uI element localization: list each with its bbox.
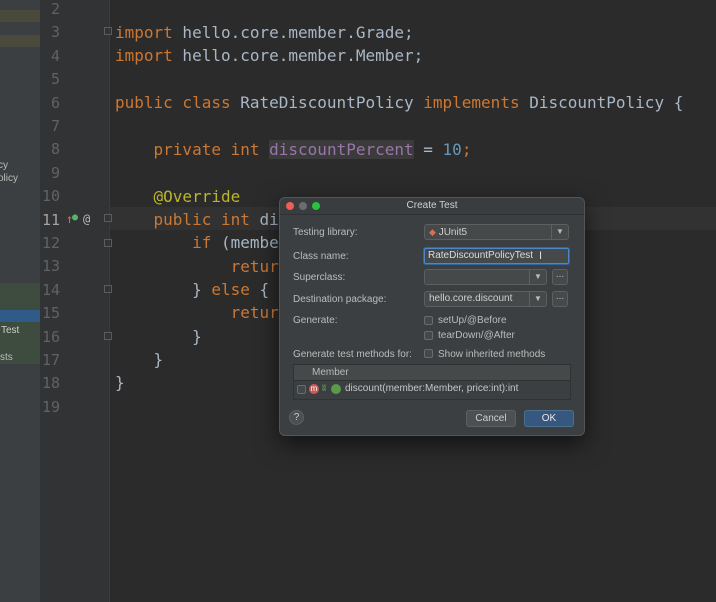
text-cursor-icon: I: [538, 250, 542, 262]
code-line-15: return: [230, 303, 289, 322]
chevron-down-icon: ▼: [551, 225, 568, 239]
vcs-row: [0, 283, 40, 310]
line-number: 14: [41, 280, 60, 299]
testing-library-select[interactable]: ◆ JUnit5 ▼: [424, 224, 569, 240]
line-number: 15: [41, 304, 60, 323]
line-number: 19: [41, 397, 60, 416]
destination-browse-button[interactable]: ...: [552, 291, 568, 307]
code-line-11: public int disc: [153, 210, 299, 229]
line-number: 8: [50, 140, 60, 159]
chevron-down-icon: ▼: [529, 292, 546, 306]
at-annotation-icon[interactable]: @: [83, 212, 90, 226]
code-line-13: return: [230, 257, 289, 276]
line-number: 7: [50, 117, 60, 135]
help-button[interactable]: ?: [289, 410, 304, 425]
project-item[interactable]: sts: [0, 352, 13, 363]
code-line-6: public class RateDiscountPolicy implemen…: [115, 93, 684, 112]
member-checkbox[interactable]: [297, 385, 306, 394]
highlight-row: [0, 35, 40, 47]
code-line-14: } else {: [192, 280, 270, 299]
fold-marker[interactable]: [104, 285, 112, 293]
code-line-16: }: [192, 327, 202, 346]
line-number: 17: [41, 351, 60, 369]
teardown-label: tearDown/@After: [438, 330, 515, 341]
line-number: 11: [41, 210, 60, 229]
generate-label: Generate:: [293, 315, 338, 326]
line-number: 12: [41, 234, 60, 252]
project-item[interactable]: cy: [0, 160, 8, 171]
highlight-row: [0, 10, 40, 22]
table-row[interactable]: m ʬ discount(member:Member, price:int):i…: [294, 382, 570, 397]
testing-library-label: Testing library:: [293, 227, 358, 238]
superclass-select[interactable]: ▼: [424, 269, 547, 285]
line-number: 3: [50, 23, 60, 42]
members-table: Member m ʬ discount(member:Member, price…: [293, 364, 571, 400]
code-line-4: import hello.core.member.Member;: [115, 46, 424, 65]
class-name-input[interactable]: RateDiscountPolicyTest I: [424, 248, 569, 264]
destination-package-label: Destination package:: [293, 294, 387, 305]
fold-marker[interactable]: [104, 214, 112, 222]
class-name-label: Class name:: [293, 251, 349, 262]
lock-icon: ʬ: [322, 383, 327, 393]
destination-package-select[interactable]: hello.core.discount ▼: [424, 291, 547, 307]
show-inherited-label: Show inherited methods: [438, 349, 546, 360]
method-icon: m: [309, 384, 319, 394]
project-item[interactable]: Test: [1, 325, 19, 336]
create-test-dialog: Create Test Testing library: ◆ JUnit5 ▼ …: [279, 197, 585, 436]
setup-checkbox[interactable]: [424, 316, 433, 325]
fold-marker[interactable]: [104, 239, 112, 247]
show-inherited-checkbox[interactable]: [424, 349, 433, 358]
code-line-18: }: [115, 373, 125, 392]
chevron-down-icon: ▼: [529, 270, 546, 284]
selected-row: [0, 310, 40, 322]
method-signature: discount(member:Member, price:int):int: [345, 383, 519, 394]
members-table-header[interactable]: Member: [294, 365, 570, 381]
cancel-button[interactable]: Cancel: [466, 410, 516, 427]
superclass-label: Superclass:: [293, 272, 346, 283]
code-line-10: @Override: [153, 187, 241, 206]
dialog-titlebar: Create Test: [280, 198, 584, 215]
fold-marker[interactable]: [104, 332, 112, 340]
methods-for-label: Generate test methods for:: [293, 349, 412, 360]
fold-marker[interactable]: [104, 27, 112, 35]
junit-icon: ◆: [429, 227, 436, 237]
setup-label: setUp/@Before: [438, 315, 507, 326]
code-line-17: }: [153, 350, 164, 369]
code-line-8: private int discountPercent = 10;: [153, 140, 472, 159]
line-number: 9: [50, 163, 60, 182]
override-icon: [331, 384, 341, 394]
line-number: 18: [41, 374, 60, 393]
line-number: 5: [50, 70, 60, 89]
line-number: 4: [50, 46, 60, 65]
dialog-title: Create Test: [406, 200, 458, 211]
code-line-3: import hello.core.member.Grade;: [115, 23, 414, 42]
code-line-12: if (member: [192, 233, 289, 252]
line-number: 16: [41, 327, 60, 346]
line-number: 10: [41, 187, 60, 206]
project-panel: cy olicy Test sts: [0, 0, 40, 602]
line-number: 2: [50, 0, 60, 18]
teardown-checkbox[interactable]: [424, 331, 433, 340]
superclass-browse-button[interactable]: ...: [552, 269, 568, 285]
line-number: 6: [50, 93, 60, 112]
line-number: 13: [41, 257, 60, 276]
ok-button[interactable]: OK: [524, 410, 574, 427]
implements-marker-icon[interactable]: ●: [72, 212, 78, 223]
project-item[interactable]: olicy: [0, 173, 18, 184]
